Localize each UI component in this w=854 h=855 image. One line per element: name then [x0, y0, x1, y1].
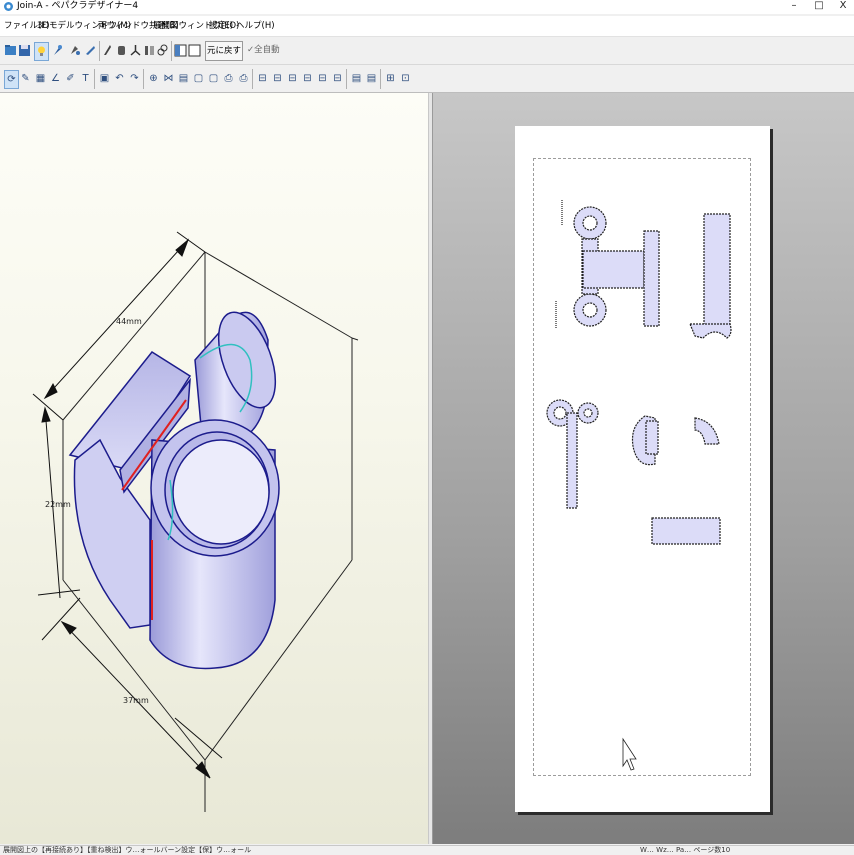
title-bar: Join-A - ペパクラデザイナー4 – □ X [0, 0, 854, 14]
window-left-icon[interactable] [174, 42, 187, 59]
save-icon[interactable] [18, 42, 31, 59]
pdf-icon[interactable]: ▤ [350, 70, 363, 87]
main-toolbar: 元に戻す ✓全自動 [0, 38, 854, 65]
print-icon[interactable]: ⎙ [222, 70, 235, 87]
close-button[interactable]: X [829, 0, 854, 14]
pdf2-icon[interactable]: ▤ [365, 70, 378, 87]
pin-icon[interactable] [51, 42, 64, 59]
menu-settings[interactable]: 設定(O) [209, 19, 239, 33]
person-icon[interactable] [129, 42, 142, 59]
column-icon[interactable] [143, 42, 156, 59]
layout-icon[interactable]: ⊞ [384, 70, 397, 87]
toolbar-separator [380, 69, 381, 89]
align4-icon[interactable]: ⊟ [301, 70, 314, 87]
open-icon[interactable] [4, 42, 17, 59]
align3-icon[interactable]: ⊟ [286, 70, 299, 87]
toolbar-separator [94, 69, 95, 89]
mouse-cursor-icon [622, 737, 637, 771]
grid-icon[interactable]: ▤ [177, 70, 190, 87]
pen-icon[interactable]: ✐ [64, 70, 77, 87]
part-half-disc-right[interactable] [694, 417, 720, 445]
menu-help[interactable]: ヘルプ(H) [236, 19, 275, 33]
part-rings-bar[interactable] [555, 200, 660, 328]
redo-arrow-icon[interactable]: ↷ [128, 70, 141, 87]
toolbar-separator [99, 41, 100, 61]
undo-arrow-icon[interactable]: ↶ [113, 70, 126, 87]
image-icon[interactable]: ▣ [98, 70, 111, 87]
edit-toolbar: ⟳ ✎ ▦ ∠ ✐ T ▣ ↶ ↷ ⊕ ⋈ ▤ ▢ ▢ ⎙ ⎙ ⊟ ⊟ ⊟ ⊟ ⊟ ⊟ ▤ ▤ ⊞ ⊡ [0, 66, 854, 93]
toolbar-separator [143, 69, 144, 89]
part-half-disc-left[interactable] [631, 415, 659, 466]
dimension-height-label: 22mm [45, 500, 71, 509]
part-column[interactable] [689, 213, 732, 339]
app-icon [4, 2, 13, 11]
window-right-icon[interactable] [188, 42, 201, 59]
auto-all-button[interactable]: ✓全自動 [247, 41, 280, 59]
undo-button[interactable]: 元に戻す [205, 41, 243, 61]
paint-icon[interactable] [69, 42, 82, 59]
2d-layout-view[interactable] [433, 93, 854, 844]
tool-icon[interactable] [84, 42, 97, 59]
link-icon[interactable] [156, 42, 169, 59]
join-icon[interactable]: ⊕ [147, 70, 160, 87]
align6-icon[interactable]: ⊟ [331, 70, 344, 87]
align2-icon[interactable]: ⊟ [271, 70, 284, 87]
cup-icon[interactable] [115, 42, 128, 59]
unfolded-parts[interactable] [515, 126, 770, 812]
dimension-depth-label: 37mm [123, 696, 149, 705]
auto-all-label: 全自動 [254, 45, 280, 55]
3d-model-canvas[interactable]: 44mm 22mm 37mm [0, 93, 428, 844]
menu-bar: ファイル(F) 3Dモデルウィンドウ(M) 両ウィンドウ共通(B) 展開図ウィン… [0, 16, 854, 37]
text-icon[interactable]: T [79, 70, 92, 87]
minimize-button[interactable]: – [780, 0, 808, 14]
paper-sheet [515, 126, 770, 812]
page2-icon[interactable]: ▢ [207, 70, 220, 87]
toolbar-separator [252, 69, 253, 89]
toolbar-separator [346, 69, 347, 89]
toolbar-separator [171, 41, 172, 61]
pencil-icon[interactable]: ✎ [19, 70, 32, 87]
split-icon[interactable]: ⋈ [162, 70, 175, 87]
part-ring-strip[interactable] [546, 399, 599, 509]
rotate-icon[interactable]: ⟳ [4, 70, 19, 89]
window-title: Join-A - ペパクラデザイナー4 [17, 1, 139, 11]
part-bottom-bar[interactable] [651, 517, 721, 545]
dimension-width-label: 44mm [116, 317, 142, 326]
3d-model-view[interactable]: 44mm 22mm 37mm [0, 93, 428, 844]
knife-icon[interactable] [101, 42, 114, 59]
slope-icon[interactable]: ∠ [49, 70, 62, 87]
lightbulb-icon[interactable] [34, 42, 49, 61]
select-icon[interactable]: ▦ [34, 70, 47, 87]
align1-icon[interactable]: ⊟ [256, 70, 269, 87]
printer-icon[interactable]: ⎙ [237, 70, 250, 87]
align5-icon[interactable]: ⊟ [316, 70, 329, 87]
3d-model[interactable] [68, 305, 287, 670]
page-icon[interactable]: ▢ [192, 70, 205, 87]
fit-icon[interactable]: ⊡ [399, 70, 412, 87]
